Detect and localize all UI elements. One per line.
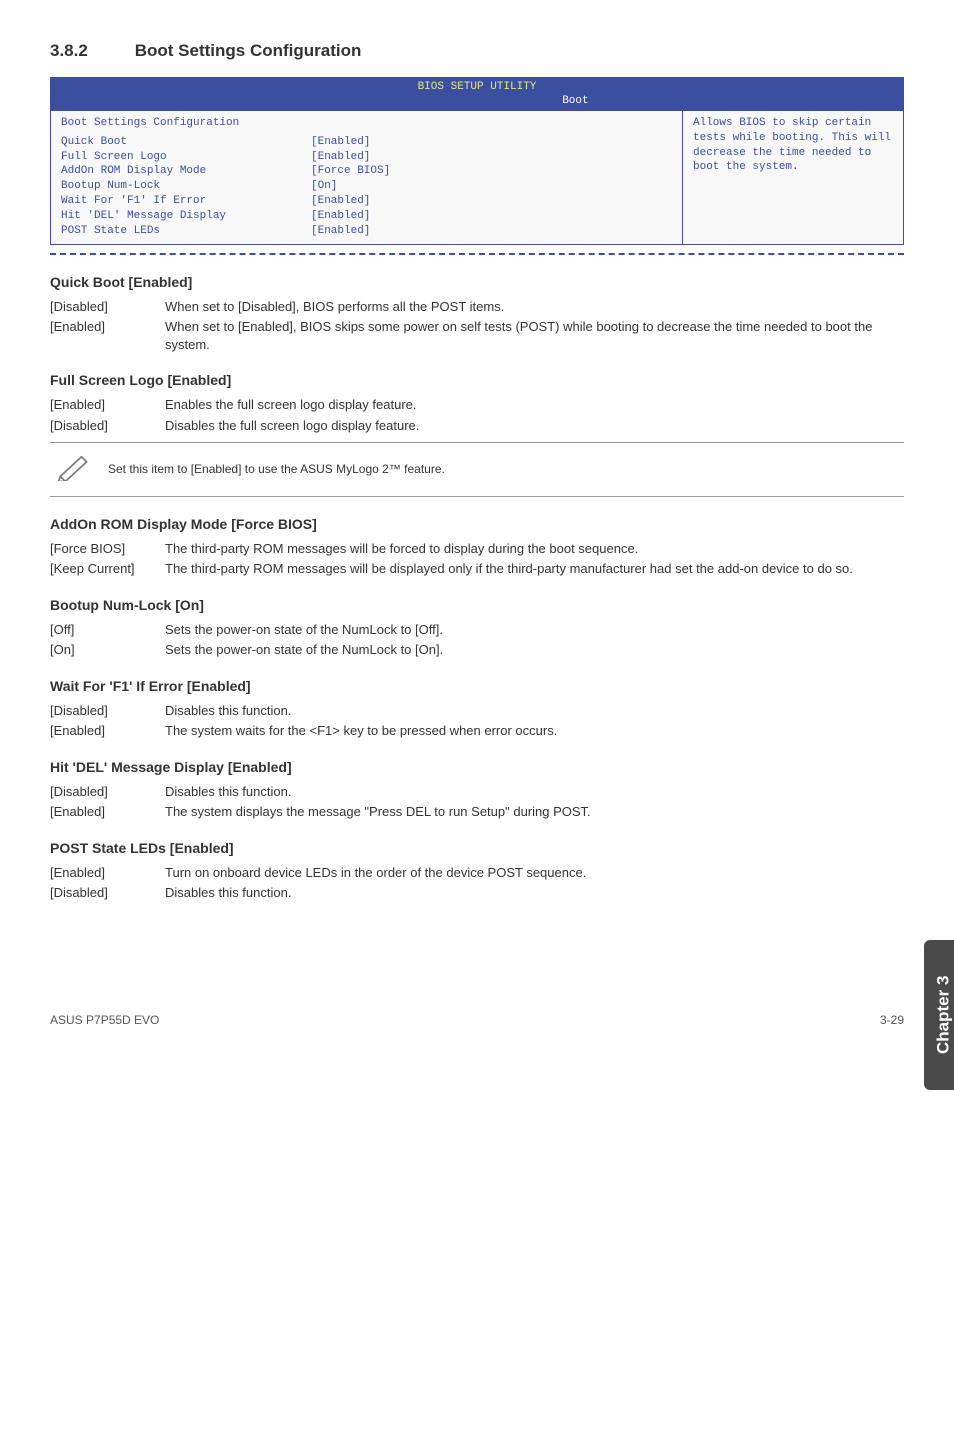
note-text: Set this item to [Enabled] to use the AS… bbox=[108, 461, 445, 477]
bios-row: Quick Boot[Enabled] bbox=[61, 135, 672, 150]
bios-settings-list: Boot Settings Configuration Quick Boot[E… bbox=[51, 111, 682, 244]
bios-header-title: BIOS SETUP UTILITY bbox=[418, 80, 537, 95]
footer-left: ASUS P7P55D EVO bbox=[50, 1012, 159, 1028]
note-box: Set this item to [Enabled] to use the AS… bbox=[50, 442, 904, 497]
bios-utility-panel: BIOS SETUP UTILITY Boot Boot Settings Co… bbox=[50, 77, 904, 245]
option-row: [Disabled]Disables the full screen logo … bbox=[50, 417, 904, 435]
bios-panel-title: Boot Settings Configuration bbox=[61, 116, 672, 131]
page-footer: ASUS P7P55D EVO 3-29 bbox=[50, 1012, 904, 1028]
option-row: [Keep Current]The third-party ROM messag… bbox=[50, 560, 904, 578]
subheading-addon-rom: AddOn ROM Display Mode [Force BIOS] bbox=[50, 515, 904, 534]
option-row: [Enabled]Turn on onboard device LEDs in … bbox=[50, 864, 904, 882]
bios-tab-boot: Boot bbox=[562, 94, 588, 109]
option-row: [On]Sets the power-on state of the NumLo… bbox=[50, 641, 904, 659]
subheading-hit-del: Hit 'DEL' Message Display [Enabled] bbox=[50, 758, 904, 777]
bios-row: Hit 'DEL' Message Display[Enabled] bbox=[61, 209, 672, 224]
subheading-bootup-numlock: Bootup Num-Lock [On] bbox=[50, 596, 904, 615]
subheading-wait-f1: Wait For 'F1' If Error [Enabled] bbox=[50, 677, 904, 696]
option-row: [Disabled]Disables this function. bbox=[50, 702, 904, 720]
bios-row: AddOn ROM Display Mode[Force BIOS] bbox=[61, 164, 672, 179]
bios-bottom-dash bbox=[50, 253, 904, 255]
bios-row: Full Screen Logo[Enabled] bbox=[61, 150, 672, 165]
subheading-post-leds: POST State LEDs [Enabled] bbox=[50, 839, 904, 858]
option-row: [Off]Sets the power-on state of the NumL… bbox=[50, 621, 904, 639]
subheading-quick-boot: Quick Boot [Enabled] bbox=[50, 273, 904, 292]
option-row: [Force BIOS]The third-party ROM messages… bbox=[50, 540, 904, 558]
section-heading: 3.8.2 Boot Settings Configuration bbox=[50, 40, 904, 63]
option-row: [Enabled]The system waits for the <F1> k… bbox=[50, 722, 904, 740]
option-row: [Disabled]Disables this function. bbox=[50, 884, 904, 902]
option-row: [Disabled]Disables this function. bbox=[50, 783, 904, 801]
chapter-side-tab: Chapter 3 bbox=[924, 940, 954, 1090]
pencil-icon bbox=[56, 453, 90, 486]
footer-right: 3-29 bbox=[880, 1012, 904, 1028]
option-row: [Enabled]When set to [Enabled], BIOS ski… bbox=[50, 318, 904, 353]
option-row: [Enabled]Enables the full screen logo di… bbox=[50, 396, 904, 414]
section-title-text: Boot Settings Configuration bbox=[135, 41, 362, 60]
bios-row: POST State LEDs[Enabled] bbox=[61, 224, 672, 239]
option-row: [Enabled]The system displays the message… bbox=[50, 803, 904, 821]
bios-row: Wait For 'F1' If Error[Enabled] bbox=[61, 194, 672, 209]
subheading-full-screen-logo: Full Screen Logo [Enabled] bbox=[50, 371, 904, 390]
option-row: [Disabled]When set to [Disabled], BIOS p… bbox=[50, 298, 904, 316]
bios-help-text: Allows BIOS to skip certain tests while … bbox=[682, 111, 903, 244]
bios-header: BIOS SETUP UTILITY Boot bbox=[51, 78, 903, 110]
bios-row: Bootup Num-Lock[On] bbox=[61, 179, 672, 194]
section-number: 3.8.2 bbox=[50, 40, 130, 63]
